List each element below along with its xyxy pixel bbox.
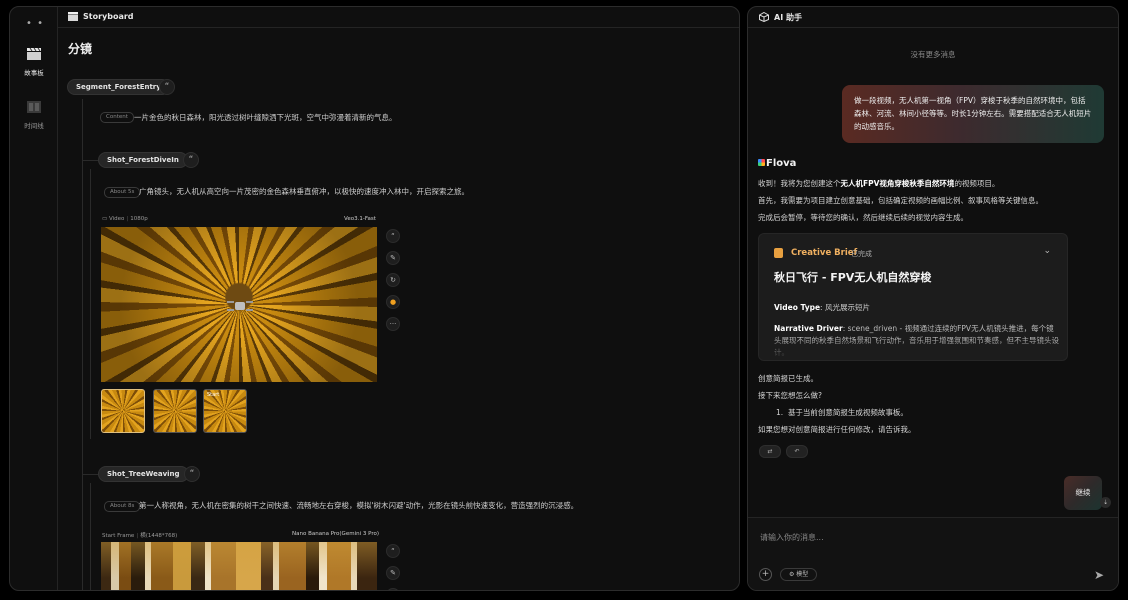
assistant-title: AI 助手 [774, 13, 802, 22]
shot-description: 第一人称视角，无人机在密集的树干之间快速、流畅地左右穿梭，模拟'树木闪避'动作，… [139, 501, 579, 510]
document-icon [774, 248, 783, 258]
quote-icon[interactable]: “ [386, 229, 400, 243]
bot-message-1: 收到！我将为您创建这个无人机FPV视角穿梭秋季自然环境的视频项目。 [758, 179, 1000, 188]
edit-icon[interactable]: ✎ [386, 566, 400, 580]
duration-tag: About 8s [104, 501, 141, 512]
bot-name: Flova [758, 158, 796, 169]
shot-pill-tree-weaving[interactable]: Shot_TreeWeaving [98, 466, 189, 482]
rail-label-timeline: 时间线 [24, 122, 44, 130]
chevron-down-icon[interactable]: ⌄ [1043, 246, 1051, 256]
page-title: 分镜 [68, 42, 93, 56]
regenerate-icon[interactable]: ↻ [386, 588, 400, 590]
assistant-header: AI 助手 [748, 7, 1118, 28]
bot-message-5: 接下来您想怎么做? [758, 391, 822, 400]
brief-video-type: Video Type: 风光展示短片 [774, 303, 870, 312]
rail-label-storyboard: 故事板 [24, 69, 44, 77]
thumbnail[interactable]: Start [203, 389, 247, 433]
quote-icon[interactable]: “ [183, 152, 199, 168]
quote-icon[interactable]: “ [159, 79, 175, 95]
share-icon[interactable]: ⇄ [759, 445, 781, 458]
storyboard-panel: • • 故事板 时间线 Storyboard 分镜 Segment_Forest… [9, 6, 740, 591]
quote-icon[interactable]: “ [386, 544, 400, 558]
brief-title: Creative Brief [791, 248, 858, 258]
media-type-label: Start Frame | 横(1448*768) [102, 533, 178, 539]
drone-image [226, 299, 254, 313]
model-button[interactable]: ⚙ 模型 [780, 568, 818, 581]
thumbnail[interactable] [101, 389, 145, 433]
video-icon: ▭ [102, 216, 109, 222]
user-message: 做一段视频，无人机第一视角（FPV）穿梭于秋季的自然环境中，包括森林、河流、林间… [842, 85, 1104, 143]
media-type-label: ▭ Video | 1080p [102, 216, 148, 222]
brief-status: 已完成 [851, 250, 872, 258]
content-tag: Content [100, 112, 134, 123]
rail-item-timeline[interactable]: 时间线 [10, 100, 58, 130]
cube-icon [759, 12, 769, 22]
ai-assistant-panel: AI 助手 没有更多消息 做一段视频，无人机第一视角（FPV）穿梭于秋季的自然环… [747, 6, 1119, 591]
creative-brief-card[interactable]: Creative Brief 已完成 ⌄ 秋日飞行 - FPV无人机自然穿梭 V… [758, 233, 1068, 361]
brief-heading: 秋日飞行 - FPV无人机自然穿梭 [774, 271, 932, 284]
shot-connector [82, 474, 98, 475]
storyboard-title: Storyboard [83, 12, 134, 21]
storyboard-content[interactable]: 分镜 Segment_ForestEntry “ Content 一片金色的秋日… [58, 29, 739, 590]
regenerate-icon[interactable]: ↻ [386, 273, 400, 287]
shot-connector [90, 483, 91, 590]
rail-item-storyboard[interactable]: 故事板 [10, 47, 58, 77]
side-rail: • • 故事板 时间线 [10, 7, 58, 590]
thumbnail[interactable] [153, 389, 197, 433]
add-icon[interactable]: + [759, 568, 772, 581]
shot-description: 广角镜头，无人机从高空向一片茂密的金色森林垂直俯冲，以极快的速度冲入林中，开启探… [139, 187, 469, 196]
duration-tag: About 5s [104, 187, 141, 198]
segment-content-text: 一片金色的秋日森林，阳光透过树叶缝隙洒下光斑，空气中弥漫着清新的气息。 [134, 113, 397, 122]
menu-icon[interactable]: • • [26, 18, 44, 29]
shot-connector [82, 160, 98, 161]
edit-icon[interactable]: ✎ [386, 251, 400, 265]
undo-icon[interactable]: ↶ [786, 445, 808, 458]
message-input-area: 请输入你的消息... + ⚙ 模型 ➤ [748, 517, 1118, 590]
segment-pill[interactable]: Segment_ForestEntry [67, 79, 170, 95]
flova-logo-icon [758, 159, 765, 166]
shot-toolbar: “ ✎ ↻ [386, 544, 400, 590]
clapperboard-icon [68, 12, 78, 21]
shot-pill-forest-dive-in[interactable]: Shot_ForestDiveIn [98, 152, 188, 168]
clapperboard-icon [27, 47, 41, 60]
bot-message-2: 首先，我需要为项目建立创意基础，包括确定视频的画幅比例、叙事风格等关键信息。 [758, 196, 1043, 205]
shot-toolbar: “ ✎ ↻ ● ··· [386, 229, 400, 339]
video-preview[interactable] [101, 227, 377, 382]
bot-message-6: 如果您想对创意简报进行任何修改，请告诉我。 [758, 425, 916, 434]
timeline-icon [27, 101, 41, 113]
list-item: 1. 基于当前创意简报生成视频故事板。 [776, 408, 908, 417]
storyboard-header: Storyboard [58, 7, 739, 28]
send-icon[interactable]: ➤ [1092, 568, 1106, 582]
segment-connector [82, 99, 83, 590]
message-input[interactable]: 请输入你的消息... [760, 532, 824, 543]
shot-connector [90, 169, 91, 439]
continue-button[interactable]: 继续 [1064, 476, 1102, 510]
model-label: Nano Banana Pro(Gemini 3 Pro) [292, 531, 379, 537]
bot-message-4: 创意简报已生成。 [758, 374, 818, 383]
model-label: Veo3.1-Fast [344, 216, 376, 222]
favorite-icon[interactable]: ● [386, 295, 400, 309]
more-icon[interactable]: ··· [386, 317, 400, 331]
scroll-down-icon[interactable]: ⇣ [1100, 497, 1111, 508]
start-frame-preview[interactable] [101, 542, 377, 590]
bot-message-3: 完成后会暂停，等待您的确认，然后继续后续的视觉内容生成。 [758, 213, 968, 222]
no-more-messages: 没有更多消息 [910, 50, 956, 59]
quote-icon[interactable]: “ [184, 466, 200, 482]
